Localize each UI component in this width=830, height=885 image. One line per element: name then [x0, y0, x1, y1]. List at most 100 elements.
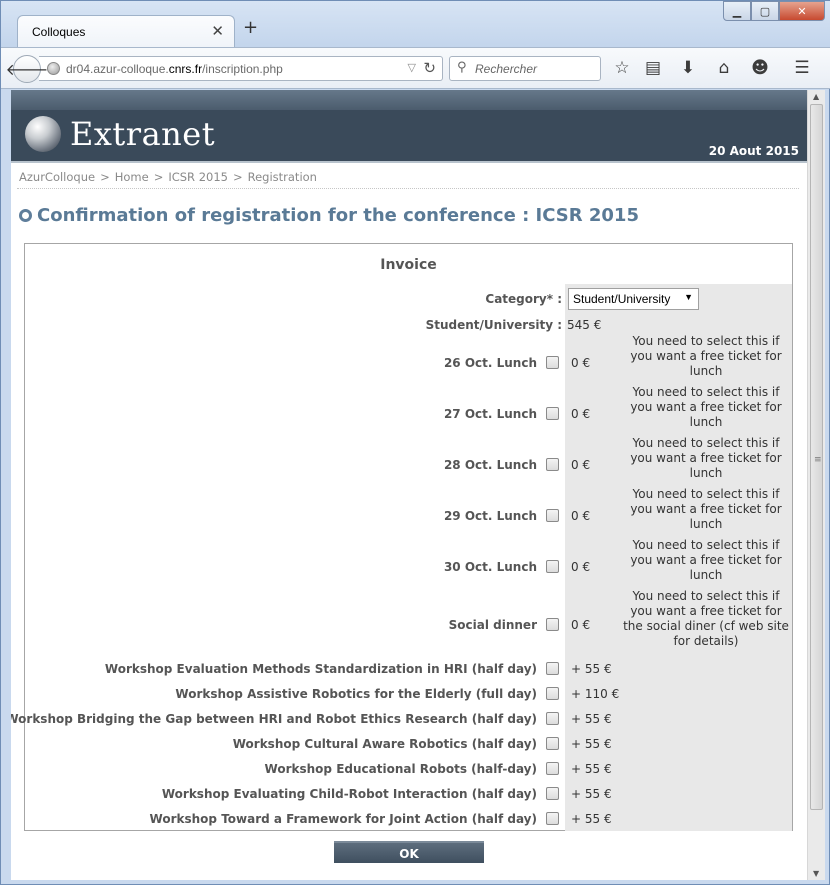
site-logo-text: Extranet [70, 115, 216, 153]
logo-orb-icon [25, 116, 61, 152]
invoice-row-price: + 55 € [571, 787, 612, 801]
invoice-row-label: 27 Oct. Lunch [443, 407, 537, 421]
breadcrumb-divider [17, 188, 799, 189]
option-checkbox[interactable] [546, 712, 559, 725]
download-icon[interactable]: ⬇ [677, 57, 699, 79]
globe-icon [47, 62, 60, 75]
invoice-row-price: + 55 € [571, 812, 612, 826]
title-bullet-icon [19, 209, 32, 222]
invoice-row-note: You need to select this if you want a fr… [630, 334, 782, 378]
invoice-row-label: Workshop Cultural Aware Robotics (half d… [232, 737, 537, 751]
category-select-value: Student/University [573, 292, 671, 306]
breadcrumb-conference[interactable]: ICSR 2015 [168, 170, 228, 184]
invoice-row-price: 0 € [571, 407, 591, 421]
option-checkbox[interactable] [546, 458, 559, 471]
window-controls: ▁ ▢ ✕ [723, 1, 825, 21]
browser-tab[interactable]: Colloques ✕ [17, 15, 235, 47]
invoice-panel: Invoice Category* : Student/University ▼… [11, 243, 793, 831]
search-input[interactable]: ⚲ Rechercher [449, 56, 601, 81]
home-icon[interactable]: ⌂ [713, 57, 735, 79]
breadcrumb-separator: > [100, 170, 110, 184]
vertical-scrollbar[interactable]: ▲ ≡ ▼ [807, 90, 825, 880]
chat-icon[interactable]: ☻ [749, 57, 771, 79]
invoice-row-label: 26 Oct. Lunch [443, 356, 537, 370]
option-checkbox[interactable] [546, 762, 559, 775]
invoice-row-label: 29 Oct. Lunch [443, 509, 537, 523]
page-title-text: Confirmation of registration for the con… [37, 205, 639, 226]
page-title: Confirmation of registration for the con… [19, 205, 639, 226]
breadcrumb-current: Registration [247, 170, 317, 184]
invoice-row-price: + 55 € [571, 662, 612, 676]
back-arrow-icon: 🡐 [5, 60, 49, 79]
invoice-row-label: Workshop Educational Robots (half-day) [264, 762, 537, 776]
menu-icon[interactable]: ☰ [791, 57, 813, 79]
invoice-row-label: Workshop Evaluating Child-Robot Interact… [161, 787, 537, 801]
invoice-row-label: Social dinner [448, 618, 537, 632]
back-button[interactable]: 🡐 [6, 55, 48, 83]
invoice-row-price: 0 € [571, 356, 591, 370]
invoice-row-label: Workshop Assistive Robotics for the Elde… [175, 687, 537, 701]
scroll-down-icon[interactable]: ▼ [813, 869, 819, 878]
minimize-icon[interactable]: ▁ [723, 1, 751, 21]
browser-window: Colloques ✕ + ▁ ▢ ✕ dr04.azur-colloque.c… [0, 0, 830, 885]
search-placeholder: Rechercher [475, 62, 538, 76]
url-bar[interactable]: dr04.azur-colloque.cnrs.fr/inscription.p… [39, 56, 443, 81]
bookmark-star-icon[interactable]: ☆ [611, 57, 633, 79]
category-label: Category* : [485, 292, 562, 306]
invoice-row-note: You need to select this if you want a fr… [630, 436, 782, 480]
option-checkbox[interactable] [546, 662, 559, 675]
maximize-icon[interactable]: ▢ [751, 1, 779, 21]
invoice-row-note: You need to select this if you want a fr… [630, 487, 782, 531]
ok-button[interactable]: OK [334, 841, 484, 863]
invoice-row-label: Workshop Bridging the Gap between HRI an… [11, 712, 537, 726]
option-checkbox[interactable] [546, 618, 559, 631]
option-checkbox[interactable] [546, 356, 559, 369]
breadcrumb-azurcolloque[interactable]: AzurColloque [19, 170, 95, 184]
option-checkbox[interactable] [546, 737, 559, 750]
url-text: dr04.azur-colloque.cnrs.fr/inscription.p… [66, 62, 283, 76]
invoice-row-note: You need to select this if you want a fr… [630, 538, 782, 582]
invoice-heading: Invoice [380, 257, 437, 273]
option-checkbox[interactable] [546, 560, 559, 573]
base-price-value: 545 € [567, 318, 602, 332]
scrollbar-thumb[interactable]: ≡ [810, 104, 823, 810]
scroll-up-icon[interactable]: ▲ [813, 92, 819, 101]
invoice-row-price: 0 € [571, 560, 591, 574]
option-checkbox[interactable] [546, 787, 559, 800]
option-checkbox[interactable] [546, 509, 559, 522]
banner-date: 20 Aout 2015 [708, 144, 799, 158]
invoice-row-price: + 55 € [571, 762, 612, 776]
breadcrumb-home[interactable]: Home [115, 170, 149, 184]
invoice-row-label: 30 Oct. Lunch [443, 560, 537, 574]
invoice-row-label: 28 Oct. Lunch [443, 458, 537, 472]
option-checkbox[interactable] [546, 687, 559, 700]
grip-icon: ≡ [814, 455, 822, 465]
search-icon: ⚲ [457, 60, 467, 75]
invoice-row-price: + 110 € [571, 687, 620, 701]
breadcrumb: AzurColloque > Home > ICSR 2015 > Registration [19, 170, 317, 184]
invoice-row-label: Workshop Evaluation Methods Standardizat… [104, 662, 537, 676]
category-select[interactable]: Student/University ▼ [568, 288, 699, 310]
invoice-row-label: Workshop Toward a Framework for Joint Ac… [149, 812, 537, 826]
history-dropdown-icon[interactable]: ▽ [408, 61, 416, 74]
reading-list-icon[interactable]: ▤ [642, 57, 664, 79]
invoice-row-price: + 55 € [571, 737, 612, 751]
reload-icon[interactable]: ↻ [423, 59, 436, 77]
close-tab-icon[interactable]: ✕ [211, 22, 224, 40]
page-viewport: Extranet 20 Aout 2015 AzurColloque > Home >… [11, 90, 807, 880]
option-checkbox[interactable] [546, 812, 559, 825]
tab-bar: Colloques ✕ + ▁ ▢ ✕ [1, 1, 830, 47]
invoice-row-note: You need to select this if you want a fr… [623, 589, 789, 648]
option-checkbox[interactable] [546, 407, 559, 420]
site-banner: Extranet 20 Aout 2015 [11, 110, 807, 163]
invoice-row-price: 0 € [571, 509, 591, 523]
invoice-row-price: + 55 € [571, 712, 612, 726]
invoice-row-note: You need to select this if you want a fr… [630, 385, 782, 429]
breadcrumb-separator: > [153, 170, 164, 184]
chevron-down-icon: ▼ [684, 292, 693, 302]
nav-bar: dr04.azur-colloque.cnrs.fr/inscription.p… [1, 47, 830, 89]
new-tab-icon[interactable]: + [243, 19, 258, 37]
banner-top-strip [11, 90, 807, 110]
window-close-icon[interactable]: ✕ [779, 1, 825, 21]
base-price-label: Student/University : [425, 318, 562, 332]
